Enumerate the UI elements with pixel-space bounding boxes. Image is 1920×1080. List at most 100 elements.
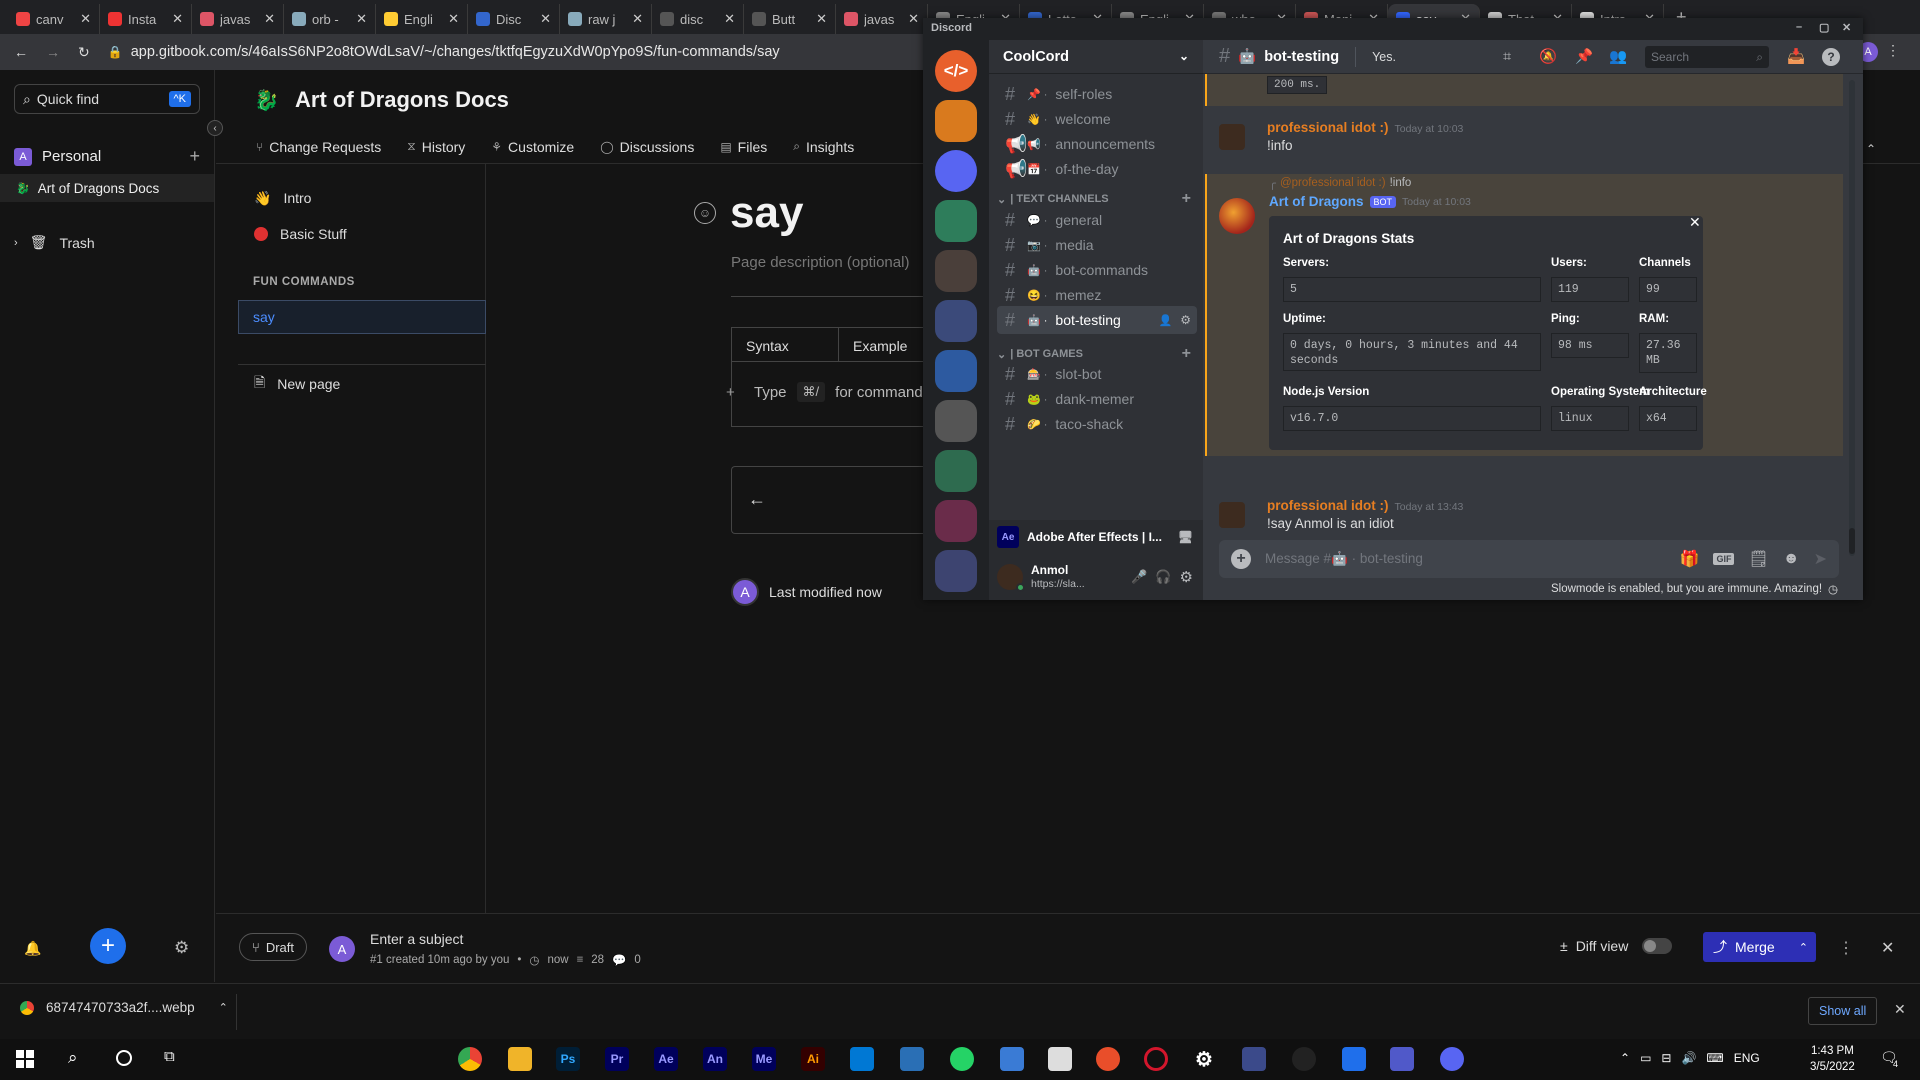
nav-insights[interactable]: ⌕ Insights <box>793 130 854 163</box>
channel-settings-icon[interactable]: ⚙ <box>1180 313 1197 327</box>
windows-start-icon[interactable] <box>16 1050 34 1068</box>
chevron-up-icon[interactable]: ⌃ <box>1620 1051 1630 1065</box>
embed-close-icon[interactable]: ✕ <box>1689 214 1701 231</box>
channel-welcome[interactable]: # 👋 · welcome <box>997 105 1197 133</box>
store-icon[interactable] <box>1000 1047 1024 1071</box>
browser-tab[interactable]: canv ✕ <box>8 4 100 34</box>
server-icon-coolcord[interactable]: </> <box>935 50 977 92</box>
opera-icon[interactable] <box>1144 1047 1168 1071</box>
teams-icon[interactable] <box>1390 1047 1414 1071</box>
reload-icon[interactable]: ↻ <box>78 44 90 61</box>
server-folder-7[interactable] <box>935 500 977 542</box>
syntax-table[interactable]: Syntax Example Type ⌘/ for command <box>731 327 931 427</box>
vscode-icon[interactable] <box>850 1047 874 1071</box>
create-button[interactable]: + <box>90 928 126 964</box>
browser-tab[interactable]: raw j ✕ <box>560 4 652 34</box>
close-download-bar-icon[interactable]: ✕ <box>1894 1001 1906 1018</box>
bot-message[interactable]: ╭ @professional idot :) !info Art of Dra… <box>1205 174 1843 456</box>
diff-view-toggle[interactable]: ± Diff view <box>1560 938 1673 954</box>
browser-tab[interactable]: Disc ✕ <box>468 4 560 34</box>
channel-bot-testing[interactable]: # 🤖 · bot-testing 👤 ⚙ <box>997 306 1197 334</box>
screen-share-icon[interactable]: 🖥 <box>1178 530 1203 544</box>
tab-close-icon[interactable]: ✕ <box>356 11 367 27</box>
message-author[interactable]: professional idot :) <box>1267 498 1389 513</box>
browser-tab[interactable]: orb - ✕ <box>284 4 376 34</box>
chrome-taskbar-icon[interactable] <box>458 1047 482 1071</box>
bot-author[interactable]: Art of Dragons <box>1269 194 1364 209</box>
server-folder-1[interactable] <box>935 200 977 242</box>
settings-gear-icon[interactable]: ⚙ <box>174 938 189 958</box>
tab-close-icon[interactable]: ✕ <box>264 11 275 27</box>
browser-tab[interactable]: javas ✕ <box>192 4 284 34</box>
browser-tab[interactable]: disc ✕ <box>652 4 744 34</box>
download-item[interactable]: 68747470733a2f....webp ⌃ <box>20 1000 228 1015</box>
channel-taco-shack[interactable]: # 🌮 · taco-shack <box>997 410 1197 438</box>
trash-item[interactable]: › 🗑 Trash <box>14 234 95 251</box>
battery-icon[interactable]: ▭ <box>1640 1051 1651 1065</box>
maximize-icon[interactable]: ▢ <box>1819 21 1829 34</box>
language-indicator[interactable]: ENG <box>1734 1051 1760 1065</box>
calendar-icon[interactable] <box>1342 1047 1366 1071</box>
show-all-button[interactable]: Show all <box>1808 997 1878 1025</box>
forward-icon[interactable]: → <box>46 44 60 60</box>
tab-close-icon[interactable]: ✕ <box>632 11 643 27</box>
sticker-icon[interactable]: 🗒 <box>1748 549 1768 569</box>
previous-page-card[interactable]: ← <box>731 466 931 534</box>
adobe-an-icon[interactable]: An <box>703 1047 727 1071</box>
server-folder-3[interactable] <box>935 300 977 342</box>
adobe-me-icon[interactable]: Me <box>752 1047 776 1071</box>
channel-memez[interactable]: # 😆 · memez <box>997 281 1197 309</box>
chevron-up-icon[interactable]: ⌃ <box>219 1001 228 1014</box>
network-icon[interactable]: ⊟ <box>1661 1051 1671 1065</box>
threads-icon[interactable]: ⌗ <box>1503 49 1511 65</box>
adobe-ps-icon[interactable]: Ps <box>556 1047 580 1071</box>
tab-close-icon[interactable]: ✕ <box>816 11 827 27</box>
keyboard-icon[interactable]: ⌨ <box>1706 1051 1723 1065</box>
tab-close-icon[interactable]: ✕ <box>540 11 551 27</box>
adobe-pr-icon[interactable]: Pr <box>605 1047 629 1071</box>
notifications-bell-icon[interactable]: 🔔 <box>24 940 41 957</box>
channel-bot-commands[interactable]: # 🤖 · bot-commands <box>997 256 1197 284</box>
notification-mute-icon[interactable]: 🔕 <box>1539 48 1557 65</box>
tab-close-icon[interactable]: ✕ <box>172 11 183 27</box>
chat-message[interactable]: professional idot :) Today at 13:43 !say… <box>1203 496 1843 542</box>
attach-plus-icon[interactable]: + <box>1231 549 1251 569</box>
channel-media[interactable]: # 📷 · media <box>997 231 1197 259</box>
browser-tab[interactable]: Butt ✕ <box>744 4 836 34</box>
adobe-ai-icon[interactable]: Ai <box>801 1047 825 1071</box>
nav-customize[interactable]: ⚘ Customize <box>491 130 574 163</box>
server-folder-4[interactable] <box>935 350 977 392</box>
close-icon[interactable]: ✕ <box>1881 938 1894 958</box>
message-input[interactable]: + Message #🤖 · bot-testing 🎁 GIF 🗒 ☻ ➤ <box>1219 540 1839 578</box>
add-block-icon[interactable]: + <box>726 384 735 401</box>
server-folder-2[interactable] <box>935 250 977 292</box>
nav-history[interactable]: ⧖ History <box>407 130 465 163</box>
volume-icon[interactable]: 🔊 <box>1681 1051 1696 1065</box>
page-item-intro[interactable]: 👋 Intro <box>216 180 311 216</box>
message-author[interactable]: professional idot :) <box>1267 120 1389 135</box>
clock[interactable]: 1:43 PM 3/5/2022 <box>1810 1043 1855 1075</box>
inbox-icon[interactable]: 📥 <box>1787 48 1805 65</box>
gif-icon[interactable]: GIF <box>1713 553 1735 565</box>
add-member-icon[interactable]: 👤 <box>1159 314 1173 327</box>
chat-scrollbar[interactable] <box>1849 80 1855 556</box>
channel-announcements[interactable]: 📢 📢 · announcements <box>997 130 1197 158</box>
server-icon-2[interactable] <box>935 100 977 142</box>
page-item-basic-stuff[interactable]: Basic Stuff <box>216 216 347 252</box>
channel-dank-memer[interactable]: # 🐸 · dank-memer <box>997 385 1197 413</box>
merge-button[interactable]: ⤴ Merge ⌃ <box>1703 932 1816 962</box>
discord-home-icon[interactable] <box>935 150 977 192</box>
pinned-icon[interactable]: 📌 <box>1575 48 1593 65</box>
app-icon[interactable] <box>1048 1047 1072 1071</box>
browser-menu-icon[interactable]: ⋮ <box>1886 42 1900 59</box>
gift-icon[interactable]: 🎁 <box>1680 549 1700 569</box>
draft-badge[interactable]: ⑂ Draft <box>239 933 307 961</box>
server-folder-8[interactable] <box>935 550 977 592</box>
user-settings-icon[interactable]: ⚙ <box>1180 568 1203 586</box>
address-bar[interactable]: 🔒 app.gitbook.com/s/46aIsS6NP2o8tOWdLsaV… <box>108 44 780 60</box>
tab-close-icon[interactable]: ✕ <box>724 11 735 27</box>
search-icon[interactable]: ⌕ <box>68 1048 78 1068</box>
discord-taskbar-icon[interactable] <box>1440 1047 1464 1071</box>
add-space-icon[interactable]: + <box>189 146 200 167</box>
user-avatar[interactable] <box>997 564 1025 592</box>
